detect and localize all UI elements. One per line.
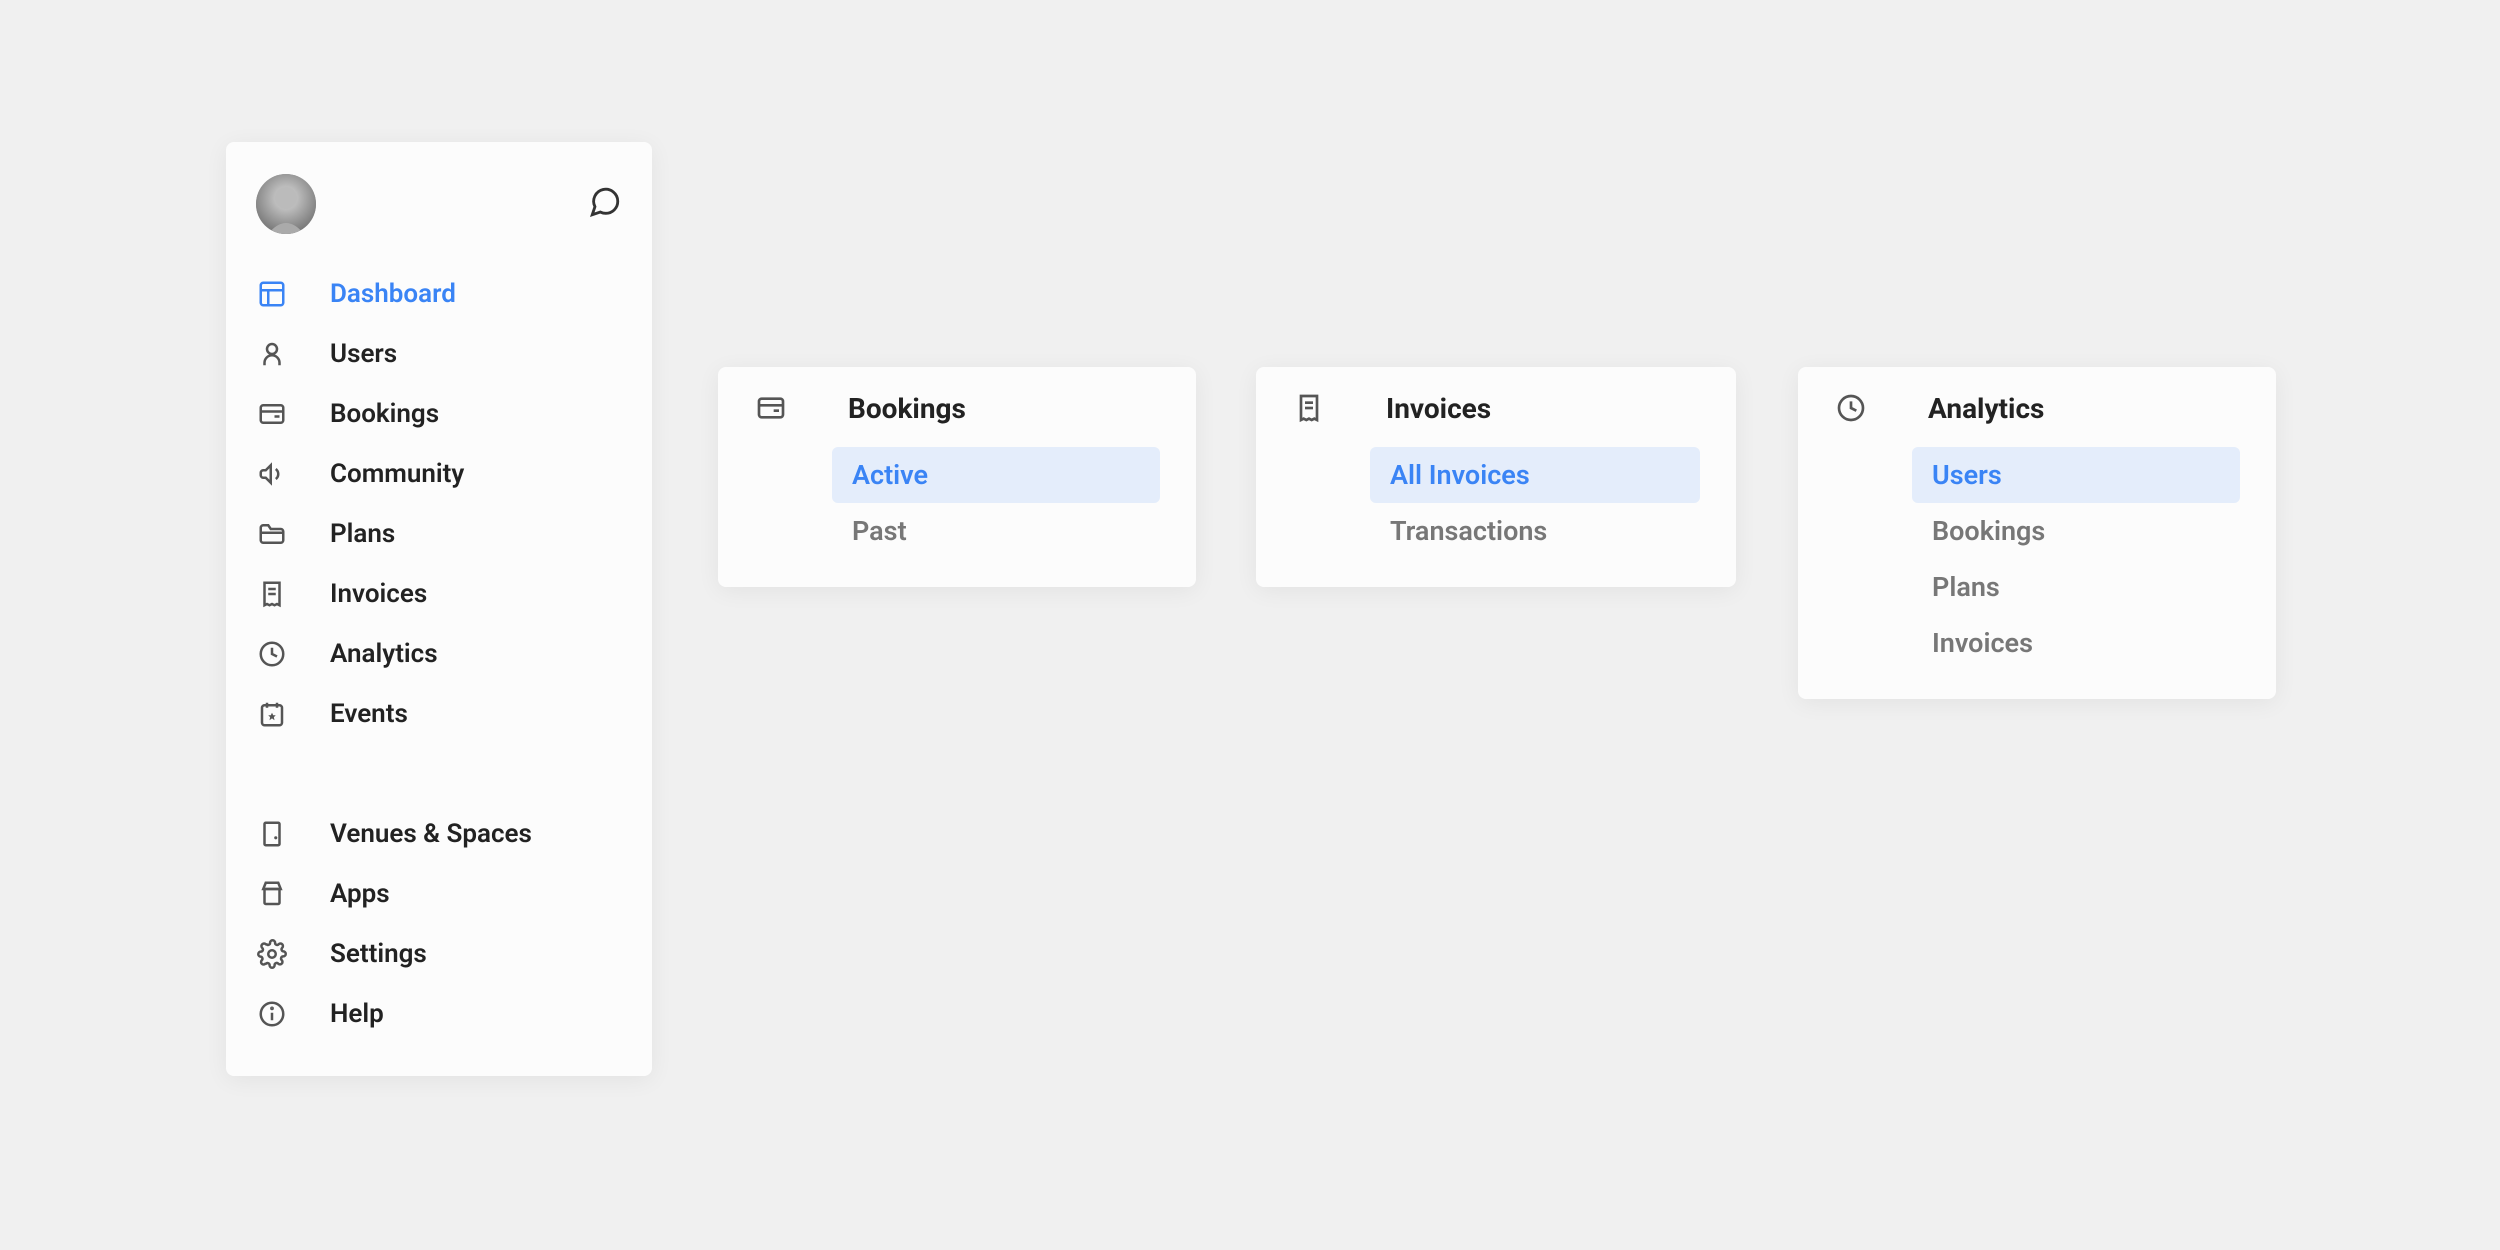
card-header: Bookings	[754, 391, 1160, 447]
sidebar-item-community[interactable]: Community	[250, 444, 628, 504]
sub-item-transactions[interactable]: Transactions	[1370, 503, 1700, 559]
sidebar-item-help[interactable]: Help	[250, 984, 628, 1044]
sub-item-past[interactable]: Past	[832, 503, 1160, 559]
card-header: Invoices	[1292, 391, 1700, 447]
sidebar-item-label: Venues & Spaces	[330, 819, 532, 849]
sub-item-bookings[interactable]: Bookings	[1912, 503, 2240, 559]
store-icon	[256, 878, 288, 910]
sidebar-item-label: Bookings	[330, 399, 439, 429]
sidebar-item-apps[interactable]: Apps	[250, 864, 628, 924]
calendar-card-icon	[256, 398, 288, 430]
sidebar-item-users[interactable]: Users	[250, 324, 628, 384]
megaphone-icon	[256, 458, 288, 490]
nav-primary: Dashboard Users Bookings Community Plans	[250, 254, 628, 744]
nav-divider	[250, 744, 628, 794]
sidebar-item-plans[interactable]: Plans	[250, 504, 628, 564]
card-bookings: Bookings Active Past	[718, 367, 1196, 587]
user-icon	[256, 338, 288, 370]
sub-list: Active Past	[754, 447, 1160, 559]
sub-item-invoices[interactable]: Invoices	[1912, 615, 2240, 671]
sub-item-all-invoices[interactable]: All Invoices	[1370, 447, 1700, 503]
info-icon	[256, 998, 288, 1030]
sidebar-item-label: Users	[330, 339, 397, 369]
sidebar-item-label: Help	[330, 999, 384, 1029]
sidebar-item-label: Invoices	[330, 579, 427, 609]
sub-item-plans[interactable]: Plans	[1912, 559, 2240, 615]
card-title: Invoices	[1386, 392, 1491, 425]
sidebar-item-label: Dashboard	[330, 279, 456, 309]
avatar-icon	[256, 174, 316, 234]
sidebar-item-label: Settings	[330, 939, 427, 969]
avatar[interactable]	[256, 174, 316, 234]
sidebar-item-label: Plans	[330, 519, 395, 549]
receipt-icon	[1292, 391, 1326, 425]
calendar-card-icon	[754, 391, 788, 425]
clock-icon	[256, 638, 288, 670]
sidebar-item-venues[interactable]: Venues & Spaces	[250, 804, 628, 864]
sidebar-item-events[interactable]: Events	[250, 684, 628, 744]
folder-icon	[256, 518, 288, 550]
clock-icon	[1834, 391, 1868, 425]
sidebar-item-invoices[interactable]: Invoices	[250, 564, 628, 624]
layout-icon	[256, 278, 288, 310]
event-icon	[256, 698, 288, 730]
sidebar-item-label: Analytics	[330, 639, 438, 669]
building-icon	[256, 818, 288, 850]
sub-item-active[interactable]: Active	[832, 447, 1160, 503]
card-title: Analytics	[1928, 392, 2044, 425]
sidebar-item-analytics[interactable]: Analytics	[250, 624, 628, 684]
sub-list: All Invoices Transactions	[1292, 447, 1700, 559]
sidebar-header	[250, 174, 628, 254]
sub-list: Users Bookings Plans Invoices	[1834, 447, 2240, 671]
nav-secondary: Venues & Spaces Apps Settings Help	[250, 794, 628, 1044]
sidebar-item-label: Events	[330, 699, 408, 729]
card-invoices: Invoices All Invoices Transactions	[1256, 367, 1736, 587]
sidebar-item-dashboard[interactable]: Dashboard	[250, 264, 628, 324]
sub-item-users[interactable]: Users	[1912, 447, 2240, 503]
sidebar-item-label: Apps	[330, 879, 390, 909]
sidebar-item-label: Community	[330, 459, 464, 489]
card-title: Bookings	[848, 392, 966, 425]
card-header: Analytics	[1834, 391, 2240, 447]
gear-icon	[256, 938, 288, 970]
sidebar-item-bookings[interactable]: Bookings	[250, 384, 628, 444]
card-analytics: Analytics Users Bookings Plans Invoices	[1798, 367, 2276, 699]
sidebar-item-settings[interactable]: Settings	[250, 924, 628, 984]
receipt-icon	[256, 578, 288, 610]
chat-icon[interactable]	[588, 185, 622, 223]
sidebar: Dashboard Users Bookings Community Plans	[226, 142, 652, 1076]
